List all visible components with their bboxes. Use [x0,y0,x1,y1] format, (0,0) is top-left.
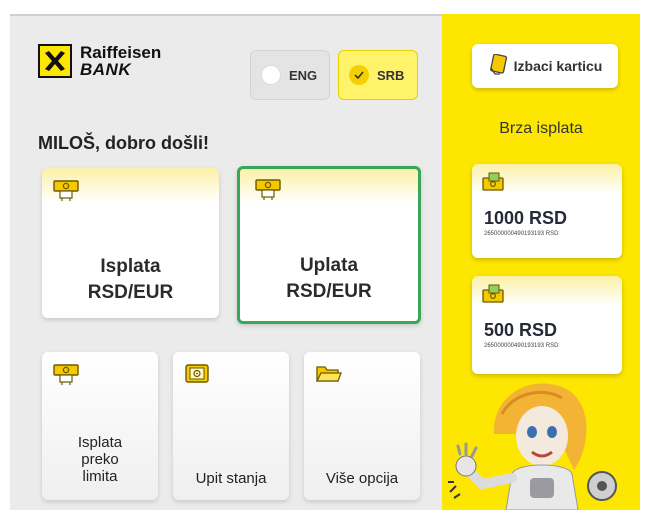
fast-withdrawal-title: Brza isplata [499,120,583,137]
bank-logo: Raiffeisen BANK [38,44,161,78]
safe-icon [183,362,211,391]
cash-deposit-icon [254,177,282,206]
deposit-label-line1: Uplata [299,255,359,276]
atm-screen: Raiffeisen BANK ENG SRB MILOŠ, dobro doš… [0,0,649,521]
raiffeisen-logo-icon [38,44,72,78]
fast-withdrawal-option[interactable]: 500 RSD 265000000490193193 RSD [472,276,622,374]
over-limit-withdrawal-tile[interactable]: Isplata preko limita [42,352,158,500]
over-limit-label-line1: Isplata [77,434,123,451]
cash-withdrawal-icon [52,178,80,207]
main-panel: Raiffeisen BANK ENG SRB MILOŠ, dobro doš… [10,14,442,510]
fast-account-number: 265000000490193193 RSD [484,343,559,349]
fast-withdrawal-option[interactable]: 1000 RSD 265000000490193193 RSD [472,164,622,258]
eject-card-label: Izbaci karticu [513,58,603,74]
folder-icon [314,362,342,391]
language-srb-button[interactable]: SRB [338,50,418,100]
withdrawal-label-line1: Isplata [100,256,161,277]
balance-inquiry-tile[interactable]: Upit stanja [173,352,289,500]
language-eng-button[interactable]: ENG [250,50,330,100]
cash-withdrawal-icon [480,170,506,201]
withdrawal-tile[interactable]: Isplata RSD/EUR [42,168,219,318]
language-srb-label: SRB [377,67,405,83]
fast-amount: 1000 RSD [484,208,568,228]
over-limit-label-line2: preko [81,451,119,468]
quick-panel: Izbaci karticu Brza isplata 1000 RSD 265… [442,14,640,510]
brand-name: Raiffeisen [80,43,162,62]
language-eng-label: ENG [289,67,318,83]
eject-card-icon [488,53,508,79]
balance-inquiry-label: Upit stanja [195,470,267,487]
fast-account-number: 265000000490193193 RSD [484,231,559,237]
eject-card-button[interactable]: Izbaci karticu [472,44,618,88]
radio-unchecked-icon [261,65,281,85]
radio-checked-icon [349,65,369,85]
deposit-tile[interactable]: Uplata RSD/EUR [237,166,421,324]
cash-withdrawal-icon [480,282,506,313]
over-limit-label-line3: limita [82,468,118,485]
withdrawal-label-line2: RSD/EUR [87,282,174,303]
cash-withdrawal-icon [52,362,80,391]
more-options-tile[interactable]: Više opcija [304,352,420,500]
brand-subname: BANK [80,60,132,79]
deposit-label-line2: RSD/EUR [286,281,372,302]
robot-mascot-image [442,374,640,510]
more-options-label: Više opcija [325,470,399,487]
greeting-text: MILOŠ, dobro došli! [38,133,209,153]
fast-amount: 500 RSD [484,320,558,340]
